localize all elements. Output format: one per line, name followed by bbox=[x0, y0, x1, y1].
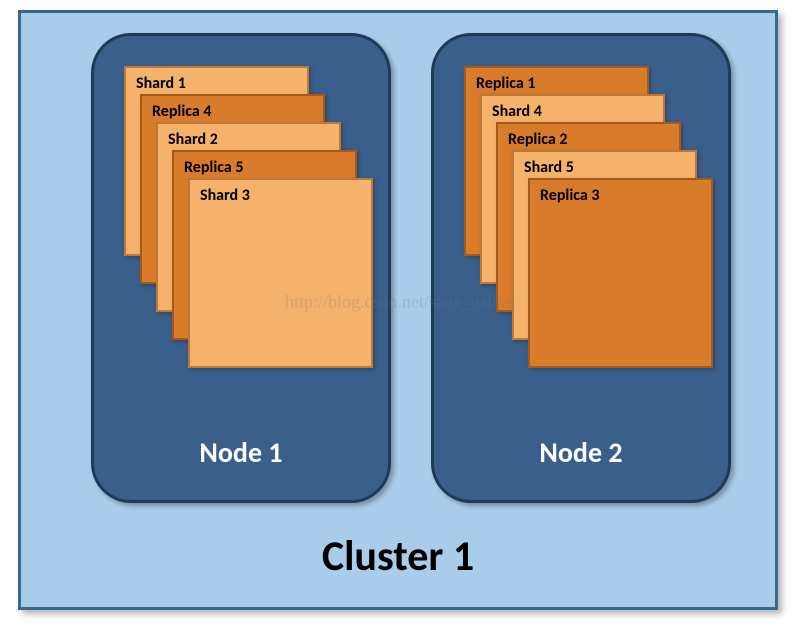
node-2: Replica 1 Shard 4 Replica 2 Shard 5 Repl… bbox=[431, 33, 731, 503]
cluster-title: Cluster 1 bbox=[21, 531, 775, 582]
node-1-title: Node 1 bbox=[94, 435, 388, 470]
card-shard-3: Shard 3 bbox=[188, 178, 373, 368]
card-replica-3: Replica 3 bbox=[528, 178, 713, 368]
node-1: Shard 1 Replica 4 Shard 2 Replica 5 Shar… bbox=[91, 33, 391, 503]
node-1-cards: Shard 1 Replica 4 Shard 2 Replica 5 Shar… bbox=[124, 66, 354, 366]
node-2-title: Node 2 bbox=[434, 435, 728, 470]
cluster-container: Shard 1 Replica 4 Shard 2 Replica 5 Shar… bbox=[18, 10, 778, 610]
node-2-cards: Replica 1 Shard 4 Replica 2 Shard 5 Repl… bbox=[464, 66, 694, 366]
